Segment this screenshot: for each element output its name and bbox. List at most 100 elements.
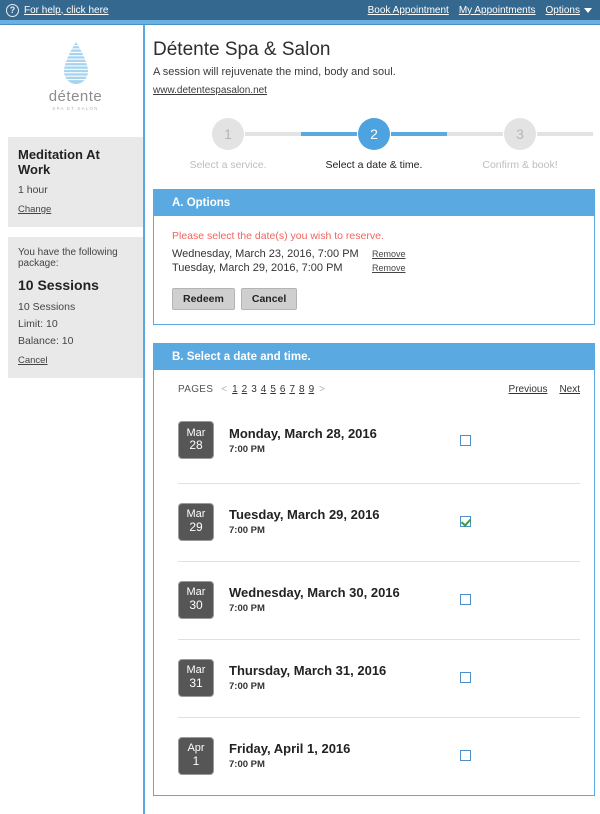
- service-duration: 1 hour: [18, 184, 48, 196]
- nav-options[interactable]: Options: [546, 5, 580, 16]
- step-3-circle: 3: [504, 118, 536, 150]
- pagination-prev-arrow[interactable]: <: [219, 384, 229, 395]
- step-2[interactable]: 2 Select a date & time.: [301, 118, 447, 171]
- options-button-row: Redeem Cancel: [172, 288, 578, 310]
- timeslot-row[interactable]: Mar 28 Monday, March 28, 2016 7:00 PM: [178, 405, 580, 483]
- timeslot-date: Thursday, March 31, 2016: [229, 663, 387, 678]
- date-badge: Apr 1: [178, 736, 214, 775]
- timeslot-row[interactable]: Mar 29 Tuesday, March 29, 2016 7:00 PM: [178, 483, 580, 561]
- reservation-date: Tuesday, March 29, 2016, 7:00 PM: [172, 262, 343, 274]
- step-1-circle: 1: [212, 118, 244, 150]
- step-3-label: Confirm & book!: [482, 159, 558, 171]
- date-badge: Mar 28: [178, 421, 214, 459]
- brand-tagline: A session will rejuvenate the mind, body…: [153, 66, 396, 78]
- change-service-link[interactable]: Change: [18, 204, 51, 215]
- selection-notice: Please select the date(s) you wish to re…: [172, 230, 384, 242]
- step-3[interactable]: 3 Confirm & book!: [447, 118, 593, 171]
- timeslot-row[interactable]: Apr 1 Friday, April 1, 2016 7:00 PM: [178, 717, 580, 795]
- logo-wordmark: détente: [48, 88, 103, 105]
- timeslot-checkbox[interactable]: [460, 750, 471, 761]
- timeslot-time: 7:00 PM: [229, 525, 265, 536]
- main-content: Détente Spa & Salon A session will rejuv…: [143, 25, 600, 814]
- page-4[interactable]: 4: [260, 384, 268, 395]
- step-1-label: Select a service.: [189, 159, 267, 171]
- pages-label: PAGES: [178, 384, 214, 395]
- booking-stepper: 1 Select a service. 2 Select a date & ti…: [153, 118, 595, 171]
- chevron-down-icon[interactable]: [584, 7, 592, 13]
- page-5[interactable]: 5: [269, 384, 277, 395]
- timeslot-date: Tuesday, March 29, 2016: [229, 507, 380, 522]
- page-6[interactable]: 6: [279, 384, 287, 395]
- timeslot-row[interactable]: Mar 31 Thursday, March 31, 2016 7:00 PM: [178, 639, 580, 717]
- timeslot-info: Tuesday, March 29, 2016 7:00 PM: [214, 507, 460, 536]
- pagination-bar: PAGES < 1 2 3 4 5 6 7 8 9 > Previous Nex…: [154, 370, 594, 405]
- step-1[interactable]: 1 Select a service.: [155, 118, 301, 171]
- date-badge: Mar 31: [178, 658, 214, 697]
- brand-logo: détente SPA ET SALON: [37, 41, 115, 121]
- top-navigation-bar: ? For help, click here Book Appointment …: [0, 0, 600, 20]
- redeem-button[interactable]: Redeem: [172, 288, 235, 310]
- timeslot-checkbox[interactable]: [460, 516, 471, 527]
- page-3[interactable]: 3: [250, 384, 258, 395]
- step-3-bar-left: [447, 132, 503, 136]
- timeslot-checkbox[interactable]: [460, 672, 471, 683]
- package-balance: Balance: 10: [18, 335, 74, 347]
- nav-my-appointments[interactable]: My Appointments: [459, 5, 536, 16]
- brand-website-link[interactable]: www.detentespasalon.net: [153, 85, 267, 96]
- water-drop-icon: [62, 41, 90, 85]
- options-card-body: Please select the date(s) you wish to re…: [154, 216, 594, 324]
- step-2-bar-right: [391, 132, 447, 136]
- cancel-button[interactable]: Cancel: [240, 288, 298, 310]
- page-container: détente SPA ET SALON Meditation At Work …: [0, 25, 600, 814]
- package-lead: You have the following package:: [18, 247, 118, 269]
- step-2-bar-left: [301, 132, 357, 136]
- pagination-next-arrow[interactable]: >: [317, 384, 327, 395]
- package-sessions: 10 Sessions: [18, 301, 76, 313]
- page-8[interactable]: 8: [298, 384, 306, 395]
- page-title: Détente Spa & Salon: [153, 39, 331, 60]
- badge-day: 30: [189, 597, 203, 612]
- remove-reservation-link[interactable]: Remove: [372, 249, 406, 259]
- help-link[interactable]: For help, click here: [24, 5, 108, 16]
- badge-day: 1: [192, 753, 200, 768]
- timeslot-info: Thursday, March 31, 2016 7:00 PM: [214, 663, 460, 692]
- next-page-link[interactable]: Next: [559, 384, 580, 395]
- cancel-package-link[interactable]: Cancel: [18, 355, 48, 366]
- timeslot-time: 7:00 PM: [229, 603, 265, 614]
- timeslot-info: Monday, March 28, 2016 7:00 PM: [214, 426, 460, 455]
- options-card-heading: A. Options: [154, 190, 594, 216]
- timeslot-checkbox[interactable]: [460, 434, 471, 446]
- date-badge: Mar 30: [178, 580, 214, 619]
- timeslot-date: Monday, March 28, 2016: [229, 425, 377, 441]
- reservation-row: Wednesday, March 23, 2016, 7:00 PM Remov…: [172, 248, 578, 260]
- datetime-card: B. Select a date and time. PAGES < 1 2 3…: [153, 343, 595, 796]
- timeslot-date: Friday, April 1, 2016: [229, 741, 351, 756]
- nav-book-appointment[interactable]: Book Appointment: [368, 5, 449, 16]
- page-7[interactable]: 7: [288, 384, 296, 395]
- timeslot-checkbox-cell: [460, 672, 580, 683]
- timeslot-list: Mar 28 Monday, March 28, 2016 7:00 PM Ma…: [154, 405, 594, 795]
- step-2-circle: 2: [358, 118, 390, 150]
- pagination-links: Previous Next: [509, 384, 580, 395]
- badge-day: 29: [189, 519, 203, 534]
- timeslot-info: Wednesday, March 30, 2016 7:00 PM: [214, 585, 460, 614]
- page-9[interactable]: 9: [308, 384, 316, 395]
- timeslot-checkbox-cell: [460, 516, 580, 527]
- step-2-label: Select a date & time.: [325, 159, 423, 171]
- timeslot-checkbox-cell: [460, 750, 580, 761]
- package-name: 10 Sessions: [18, 277, 99, 293]
- question-mark-icon[interactable]: ?: [6, 3, 19, 17]
- top-nav-links: Book Appointment My Appointments Options: [368, 5, 592, 16]
- timeslot-date: Wednesday, March 30, 2016: [229, 585, 400, 600]
- page-2[interactable]: 2: [241, 384, 249, 395]
- timeslot-row[interactable]: Mar 30 Wednesday, March 30, 2016 7:00 PM: [178, 561, 580, 639]
- previous-page-link[interactable]: Previous: [509, 384, 548, 395]
- selected-service-panel: Meditation At Work 1 hour Change: [8, 137, 143, 227]
- timeslot-checkbox[interactable]: [460, 594, 471, 605]
- reservation-row: Tuesday, March 29, 2016, 7:00 PM Remove: [172, 262, 578, 274]
- page-1[interactable]: 1: [231, 384, 239, 395]
- datetime-card-heading: B. Select a date and time.: [154, 344, 594, 370]
- timeslot-checkbox-cell: [460, 594, 580, 605]
- remove-reservation-link[interactable]: Remove: [372, 263, 406, 273]
- logo-subtitle: SPA ET SALON: [52, 106, 99, 111]
